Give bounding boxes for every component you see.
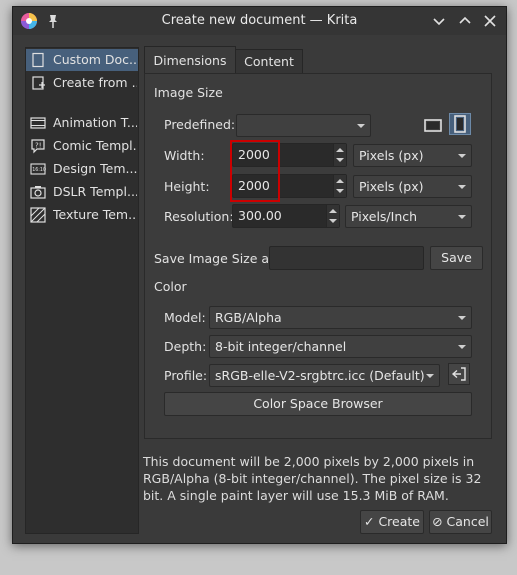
chevron-down-icon: [357, 124, 365, 128]
minimize-icon[interactable]: [430, 12, 448, 30]
save-button-label: Save: [441, 250, 472, 265]
spin-down-icon[interactable]: [336, 189, 344, 193]
chevron-down-icon: [458, 185, 466, 189]
save-size-label: Save Image Size as:: [154, 251, 280, 266]
cancel-button-label: Cancel: [446, 514, 489, 529]
sidebar-item-create-from-clipboard[interactable]: Create from ...: [26, 72, 138, 94]
save-size-name-input[interactable]: [269, 246, 424, 270]
image-size-heading: Image Size: [154, 85, 223, 100]
predefined-label: Predefined:: [164, 117, 236, 132]
display-16-10-icon: 16:10: [30, 163, 46, 175]
chevron-down-icon: [458, 215, 466, 219]
sidebar-item-label: DSLR Templ...: [53, 184, 137, 199]
predefined-combo[interactable]: [236, 114, 371, 137]
resolution-input[interactable]: 300.00: [232, 204, 340, 228]
sidebar-item-label: Custom Doc...: [53, 52, 137, 67]
portrait-icon[interactable]: [449, 113, 471, 135]
sidebar-item-design-templates[interactable]: 16:10 Design Tem...: [26, 158, 138, 180]
camera-icon: [30, 186, 46, 199]
height-unit-combo[interactable]: Pixels (px): [353, 175, 472, 198]
checkmark-icon: ✓: [363, 514, 375, 529]
spin-down-icon[interactable]: [336, 158, 344, 162]
title-bar: Create new document — Krita: [13, 7, 506, 35]
sidebar-item-comic-templates[interactable]: ?! Comic Templ...: [26, 135, 138, 157]
resolution-label: Resolution:: [164, 209, 234, 224]
spin-up-icon[interactable]: [329, 209, 337, 213]
resolution-value: 300.00: [238, 208, 282, 223]
profile-label: Profile:: [164, 368, 208, 383]
cancel-button[interactable]: ⊘ Cancel: [429, 510, 492, 534]
tab-label: Content: [244, 54, 294, 69]
close-icon[interactable]: [481, 12, 499, 30]
sidebar-item-animation-templates[interactable]: Animation T...: [26, 112, 138, 134]
spin-down-icon[interactable]: [329, 219, 337, 223]
tab-content[interactable]: Content: [235, 49, 303, 76]
create-button-label: Create: [378, 514, 420, 529]
model-combo[interactable]: RGB/Alpha: [209, 306, 472, 329]
spin-up-icon[interactable]: [336, 179, 344, 183]
chevron-down-icon: [426, 374, 434, 378]
color-heading: Color: [154, 279, 187, 294]
profile-value: sRGB-elle-V2-srgbtrc.icc (Default): [215, 368, 425, 383]
create-button[interactable]: ✓ Create: [360, 510, 424, 534]
sidebar-item-label: Animation T...: [53, 115, 137, 130]
maximize-icon[interactable]: [456, 12, 474, 30]
film-strip-icon: [30, 117, 46, 129]
resolution-unit-combo[interactable]: Pixels/Inch: [345, 205, 472, 228]
height-unit-value: Pixels (px): [359, 179, 424, 194]
landscape-icon[interactable]: [423, 115, 443, 135]
height-label: Height:: [164, 179, 210, 194]
sidebar-item-label: Texture Tem...: [53, 207, 137, 222]
model-label: Model:: [164, 310, 206, 325]
sidebar-item-label: Design Tem...: [53, 161, 137, 176]
depth-label: Depth:: [164, 339, 207, 354]
width-unit-combo[interactable]: Pixels (px): [353, 144, 472, 167]
new-from-clipboard-icon: [32, 76, 45, 90]
svg-text:?!: ?!: [35, 142, 42, 150]
import-profile-icon[interactable]: [448, 363, 470, 385]
sidebar-item-custom-document[interactable]: Custom Doc...: [26, 49, 138, 71]
highlight-box: [230, 140, 280, 202]
width-spinner[interactable]: [333, 144, 346, 166]
spin-up-icon[interactable]: [336, 148, 344, 152]
texture-icon: [30, 207, 46, 223]
cancel-icon: ⊘: [432, 514, 443, 529]
depth-value: 8-bit integer/channel: [215, 339, 347, 354]
svg-text:16:10: 16:10: [32, 167, 46, 173]
width-unit-value: Pixels (px): [359, 148, 424, 163]
sidebar-item-label: Comic Templ...: [53, 138, 137, 153]
depth-combo[interactable]: 8-bit integer/channel: [209, 335, 472, 358]
sidebar-item-texture-templates[interactable]: Texture Tem...: [26, 204, 138, 226]
resolution-unit-value: Pixels/Inch: [351, 209, 418, 224]
resolution-spinner[interactable]: [326, 205, 339, 227]
chevron-down-icon: [458, 316, 466, 320]
document-info-text: This document will be 2,000 pixels by 2,…: [143, 454, 482, 503]
height-spinner[interactable]: [333, 175, 346, 197]
sidebar-item-dslr-templates[interactable]: DSLR Templ...: [26, 181, 138, 203]
template-sidebar: Custom Doc... Create from ... Animation …: [25, 47, 139, 534]
chevron-down-icon: [458, 154, 466, 158]
profile-combo[interactable]: sRGB-elle-V2-srgbtrc.icc (Default): [209, 364, 440, 387]
color-space-browser-label: Color Space Browser: [253, 396, 383, 411]
model-value: RGB/Alpha: [215, 310, 282, 325]
chevron-down-icon: [458, 345, 466, 349]
tab-label: Dimensions: [153, 53, 227, 68]
create-document-dialog: Create new document — Krita Custom Doc..…: [12, 6, 507, 544]
speech-bubble-icon: ?!: [31, 139, 45, 154]
tab-dimensions[interactable]: Dimensions: [144, 46, 236, 75]
document-icon: [32, 52, 44, 68]
sidebar-item-label: Create from ...: [53, 75, 137, 90]
save-size-button[interactable]: Save: [430, 246, 483, 270]
width-label: Width:: [164, 148, 205, 163]
color-space-browser-button[interactable]: Color Space Browser: [164, 392, 472, 416]
